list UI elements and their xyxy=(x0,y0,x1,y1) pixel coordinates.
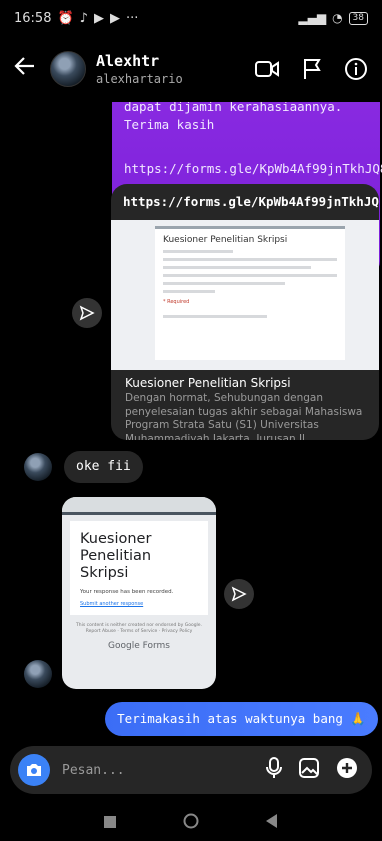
send-icon xyxy=(231,586,247,602)
message-input[interactable]: Pesan... xyxy=(62,763,125,778)
alarm-icon: ⏰ xyxy=(57,10,74,26)
more-dots-icon: ··· xyxy=(125,10,139,26)
share-button[interactable] xyxy=(72,298,102,328)
camera-icon xyxy=(27,764,41,776)
link-preview-card[interactable]: https://forms.gle/KpWb4Af99jnTkhJQ8 Kues… xyxy=(111,184,379,440)
required-mark: * Required xyxy=(163,299,190,305)
home-icon[interactable] xyxy=(183,813,199,833)
link-preview-url[interactable]: https://forms.gle/KpWb4Af99jnTkhJQ8 xyxy=(111,184,379,219)
play-icon: ▶ xyxy=(93,10,104,26)
system-nav-bar xyxy=(0,804,382,841)
contact-info[interactable]: Alexhtr alexhartario xyxy=(96,52,183,86)
message-composer: Pesan... xyxy=(10,746,372,794)
microphone-icon[interactable] xyxy=(266,757,282,783)
submit-another-link[interactable]: Submit another response xyxy=(80,601,198,607)
shared-form-title: Kuesioner Penelitian Skripsi xyxy=(80,531,152,581)
signal-icon: ▂▄▆ xyxy=(298,11,327,25)
google-forms-logo: Google Forms xyxy=(108,641,170,651)
info-icon[interactable] xyxy=(344,57,368,81)
response-recorded-text: Your response has been recorded. xyxy=(80,589,174,595)
shared-form-card[interactable]: Kuesioner Penelitian Skripsi Your respon… xyxy=(62,497,216,689)
status-bar: 16:58 ⏰ ♪ ▶ ▶ ··· ▂▄▆ ◔ 38 xyxy=(0,0,382,36)
form-thumbnail-title: Kuesioner Penelitian Skripsi xyxy=(163,235,288,245)
wifi-icon: ◔ xyxy=(332,11,343,25)
sent-message-blue[interactable]: Terimakasih atas waktunya bang 🙏 xyxy=(105,702,378,736)
link-preview-description: Dengan hormat, Sehubungan dengan penyele… xyxy=(125,392,363,440)
send-icon xyxy=(79,305,95,321)
form-thumbnail: Kuesioner Penelitian Skripsi * Required xyxy=(155,226,345,360)
chat-header: Alexhtr alexhartario xyxy=(0,36,382,102)
contact-name: Alexhtr xyxy=(96,52,160,70)
add-icon[interactable] xyxy=(336,757,358,783)
message-text: dapat dijamin kerahasiaannya. Terima kas… xyxy=(124,102,343,132)
camera-button[interactable] xyxy=(18,754,50,786)
tiktok-icon: ♪ xyxy=(79,10,88,26)
avatar[interactable] xyxy=(24,660,52,688)
status-time: 16:58 xyxy=(14,10,52,26)
share-button[interactable] xyxy=(224,579,254,609)
play-icon: ▶ xyxy=(109,10,120,26)
contact-handle: alexhartario xyxy=(96,72,183,86)
avatar[interactable] xyxy=(24,453,52,481)
link-preview-title: Kuesioner Penelitian Skripsi xyxy=(125,376,291,390)
avatar[interactable] xyxy=(50,51,86,87)
video-call-icon[interactable] xyxy=(254,59,280,79)
received-message[interactable]: oke fii xyxy=(64,451,143,483)
message-thread[interactable]: dapat dijamin kerahasiaannya. Terima kas… xyxy=(0,102,382,742)
recents-icon[interactable] xyxy=(103,813,116,832)
gallery-icon[interactable] xyxy=(298,757,320,783)
message-link[interactable]: https://forms.gle/KpWb4Af99jnTkhJQ8 xyxy=(124,160,382,178)
back-arrow-icon[interactable] xyxy=(14,54,50,84)
battery-icon: 38 xyxy=(348,11,368,25)
back-nav-icon[interactable] xyxy=(266,813,278,832)
flag-icon[interactable] xyxy=(302,58,322,80)
form-fine-print: This content is neither created nor endo… xyxy=(75,623,203,634)
link-preview-image: Kuesioner Penelitian Skripsi * Required xyxy=(111,220,379,370)
